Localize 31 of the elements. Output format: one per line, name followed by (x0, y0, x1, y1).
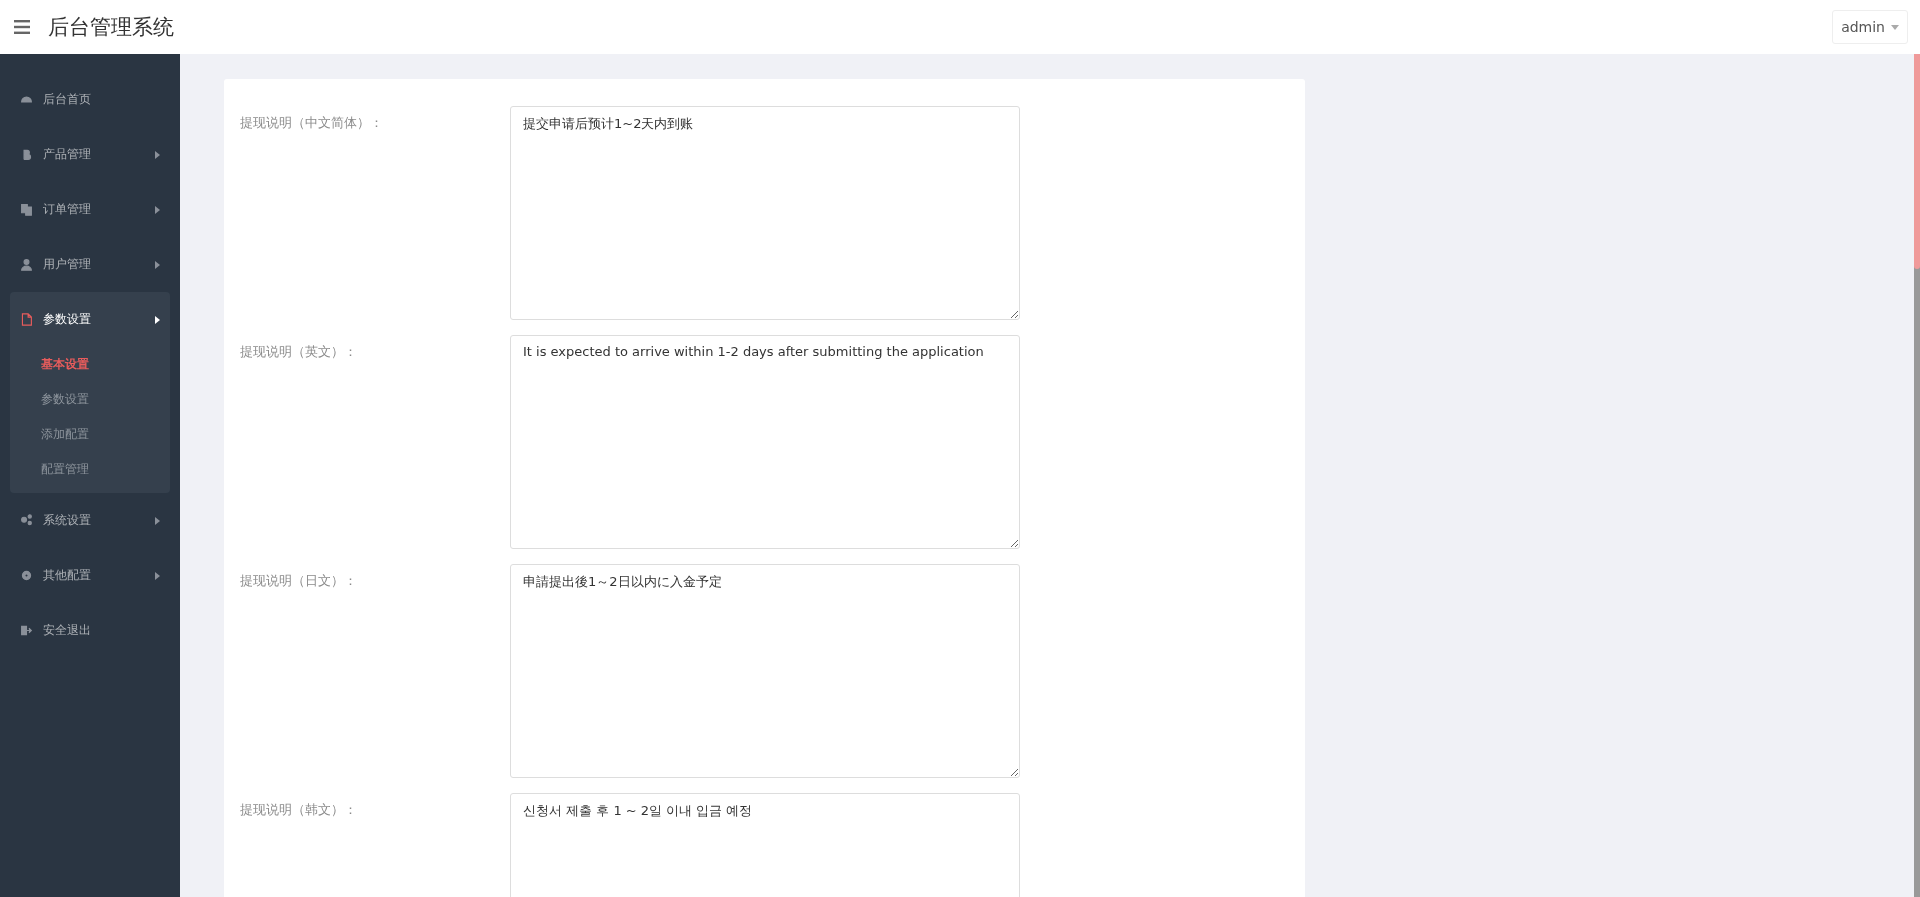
caret-icon (155, 150, 160, 159)
sidebar-item[interactable]: 参数设置 (10, 292, 170, 347)
sidebar-item[interactable]: 产品管理 (10, 127, 170, 182)
field-label: 提现说明（英文）： (240, 343, 358, 361)
sidebar-item[interactable]: 用户管理 (10, 237, 170, 292)
submenu-item[interactable]: 基本设置 (10, 347, 170, 382)
caret-icon (155, 315, 160, 324)
scrollbar[interactable] (1914, 54, 1920, 897)
sidebar-item[interactable]: 订单管理 (10, 182, 170, 237)
caret-icon (155, 205, 160, 214)
submenu-item[interactable]: 添加配置 (10, 417, 170, 452)
submenu-item[interactable]: 参数设置 (10, 382, 170, 417)
submenu-item[interactable]: 配置管理 (10, 452, 170, 487)
caret-icon (155, 571, 160, 580)
caret-icon (1891, 24, 1899, 30)
text-area[interactable]: 申請提出後1～2日以内に入金予定 (510, 564, 1020, 778)
menu-icon[interactable] (14, 20, 30, 34)
caret-icon (155, 516, 160, 525)
caret-icon (155, 260, 160, 269)
text-area[interactable]: 신청서 제출 후 1 ~ 2일 이내 입금 예정 (510, 793, 1020, 897)
text-area[interactable]: 提交申请后预计1~2天内到账 (510, 106, 1020, 320)
field-label: 提现说明（日文）： (240, 572, 358, 590)
field-label: 提现说明（韩文）： (240, 801, 358, 819)
sidebar-item[interactable]: 后台首页 (10, 72, 170, 127)
text-area[interactable]: It is expected to arrive within 1-2 days after submitting the application (510, 335, 1020, 549)
sidebar-item[interactable]: 系统设置 (10, 493, 170, 548)
sidebar-item[interactable]: 安全退出 (10, 603, 170, 658)
app-title: 后台管理系统 (48, 14, 174, 41)
field-label: 提现说明（中文简体）： (240, 114, 384, 132)
user-menu[interactable]: admin (1832, 10, 1908, 44)
sidebar-item[interactable]: 其他配置 (10, 548, 170, 603)
